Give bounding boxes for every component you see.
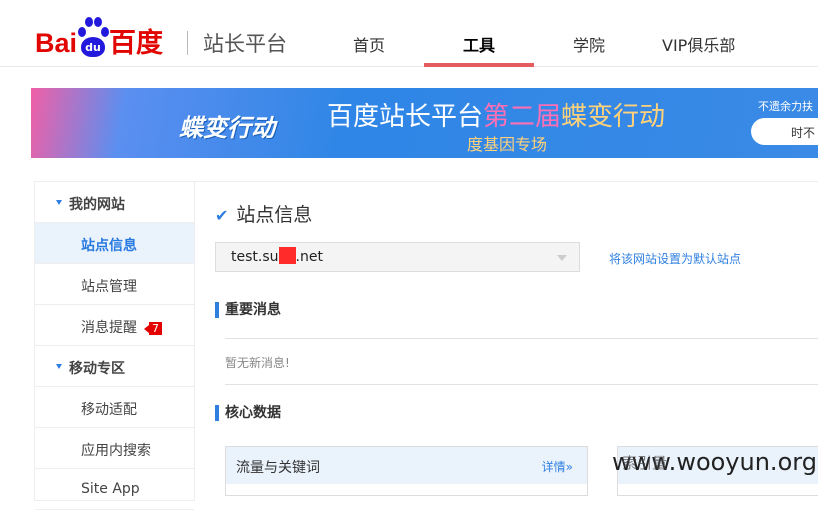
traffic-keywords-card: 流量与关键词 详情» xyxy=(225,446,588,496)
baidu-logo[interactable]: Bai du 百度 xyxy=(35,12,163,57)
sidebar-item-mobile-adapt[interactable]: 移动适配 xyxy=(35,387,194,428)
active-nav-indicator xyxy=(424,63,534,67)
banner-logo: 蝶变行动 xyxy=(179,114,275,142)
main-top-border xyxy=(195,181,818,182)
nav-academy[interactable]: 学院 xyxy=(573,32,605,56)
set-default-site-link[interactable]: 将该网站设置为默认站点 xyxy=(609,250,741,267)
notification-badge: 7 xyxy=(144,322,162,335)
sidebar-item-site-app[interactable]: Site App xyxy=(35,469,194,510)
sidebar-item-notifications[interactable]: 消息提醒 7 xyxy=(35,305,194,346)
chevron-down-icon xyxy=(557,255,567,261)
sidebar-item-site-management[interactable]: 站点管理 xyxy=(35,264,194,305)
logo-cn: 百度 xyxy=(109,28,164,58)
section-important-messages: 重要消息 xyxy=(215,302,281,318)
sidebar-group-my-sites[interactable]: 我的网站 xyxy=(35,182,194,223)
sidebar-item-in-app-search[interactable]: 应用内搜索 xyxy=(35,428,194,469)
site-name: 站长平台 xyxy=(203,32,287,56)
banner-side-text: 不遗余力扶 xyxy=(758,100,813,113)
banner-title: 百度站长平台第二届蝶变行动 xyxy=(327,102,666,132)
divider xyxy=(187,31,188,55)
check-icon: ✔ xyxy=(215,206,229,225)
redaction xyxy=(278,247,296,264)
no-messages-text: 暂无新消息! xyxy=(225,356,290,370)
nav-tools[interactable]: 工具 xyxy=(463,32,495,56)
nav-vip-club[interactable]: VIP俱乐部 xyxy=(662,32,735,56)
site-select[interactable]: test.su .net xyxy=(215,242,580,272)
logo-text: Bai xyxy=(35,28,78,58)
divider xyxy=(225,384,818,385)
section-core-data: 核心数据 xyxy=(215,405,281,421)
sidebar-item-site-info[interactable]: 站点信息 xyxy=(35,223,194,264)
card-title: 流量与关键词 xyxy=(236,460,320,476)
sidebar: 我的网站 站点信息 站点管理 消息提醒 7 移动专区 移动适配 应用内搜索 Sit… xyxy=(34,181,195,510)
promo-banner[interactable]: 蝶变行动 百度站长平台第二届蝶变行动 度基因专场 不遗余力扶 时不 xyxy=(31,88,818,158)
nav-home[interactable]: 首页 xyxy=(353,32,385,56)
banner-subtitle: 度基因专场 xyxy=(467,135,548,154)
watermark: 索引量 www.wooyun.org xyxy=(612,448,817,476)
divider xyxy=(225,338,818,339)
top-header: Bai du 百度 站长平台 首页 工具 学院 VIP俱乐部 xyxy=(0,0,818,67)
paw-icon: du xyxy=(78,15,110,57)
notifications-label: 消息提醒 xyxy=(81,320,137,336)
banner-button[interactable]: 时不 xyxy=(751,118,818,145)
details-link[interactable]: 详情» xyxy=(542,458,573,475)
page-title: ✔ 站点信息 xyxy=(215,204,313,226)
sidebar-group-mobile[interactable]: 移动专区 xyxy=(35,346,194,387)
